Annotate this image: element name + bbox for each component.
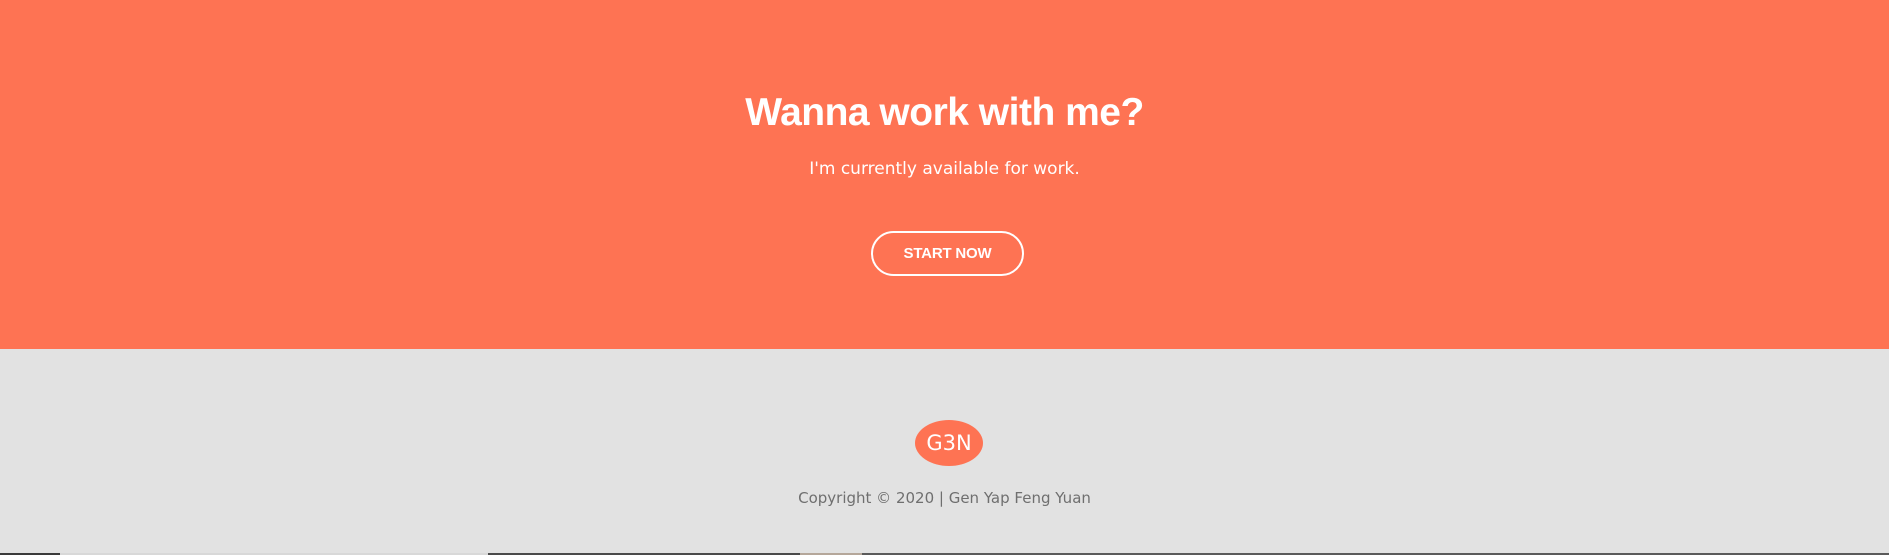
cta-section: Wanna work with me? I'm currently availa… [0, 0, 1889, 349]
cta-subtitle: I'm currently available for work. [809, 159, 1080, 179]
cta-title: Wanna work with me? [745, 91, 1144, 134]
footer: G3N Copyright © 2020 | Gen Yap Feng Yuan [0, 349, 1889, 555]
logo-badge[interactable]: G3N [915, 420, 983, 466]
start-now-button[interactable]: START NOW [871, 231, 1024, 276]
copyright-text: Copyright © 2020 | Gen Yap Feng Yuan [798, 489, 1091, 507]
